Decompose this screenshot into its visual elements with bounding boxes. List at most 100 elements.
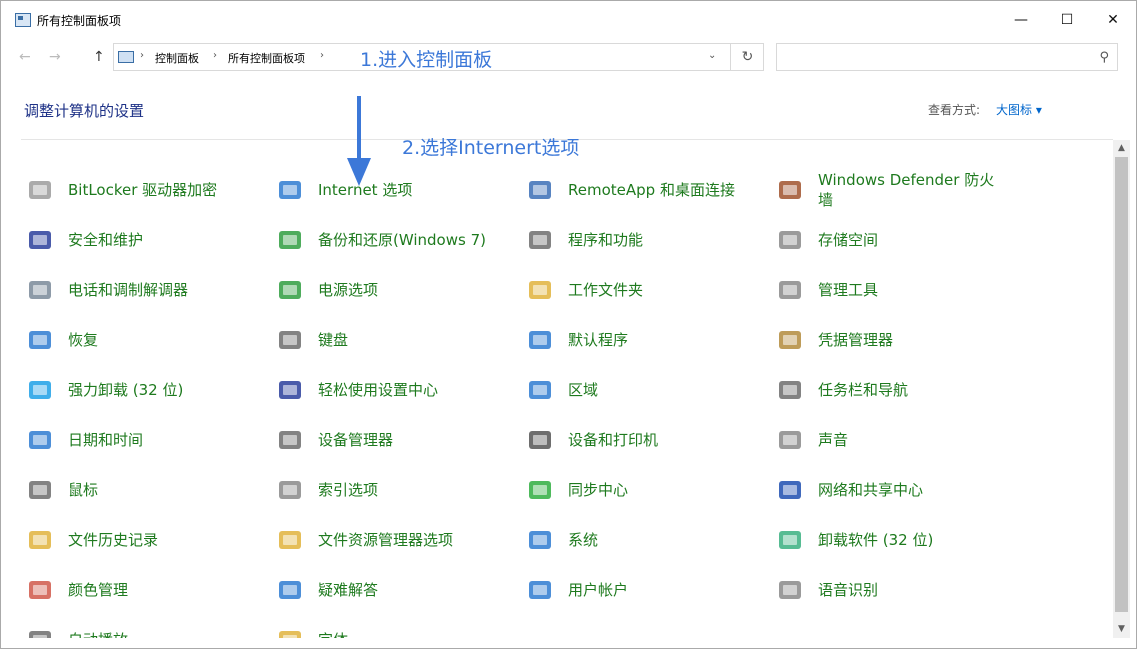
- up-arrow-icon[interactable]: ↑: [93, 49, 105, 65]
- file-history-icon: [24, 524, 56, 556]
- control-panel-item[interactable]: 自动播放: [24, 620, 128, 638]
- control-panel-item[interactable]: 电话和调制解调器: [24, 270, 188, 310]
- control-panel-item[interactable]: 凭据管理器: [774, 320, 893, 360]
- control-panel-item[interactable]: 备份和还原(Windows 7): [274, 220, 486, 260]
- annotation-arrow-head: [347, 158, 371, 186]
- control-panel-item[interactable]: 颜色管理: [24, 570, 128, 610]
- phone-modem-icon: [24, 274, 56, 306]
- control-panel-item[interactable]: 默认程序: [524, 320, 628, 360]
- control-panel-item-label: 设备和打印机: [568, 431, 659, 449]
- default-programs-icon: [524, 324, 556, 356]
- control-panel-item[interactable]: 鼠标: [24, 470, 98, 510]
- control-panel-item-label: 管理工具: [818, 281, 879, 299]
- control-panel-item[interactable]: Windows Defender 防火墙: [774, 170, 1009, 210]
- control-panel-item[interactable]: 卸载软件 (32 位): [774, 520, 933, 560]
- control-panel-item-label: 区域: [568, 381, 599, 399]
- admin-tools-icon: [774, 274, 806, 306]
- date-time-icon: [24, 424, 56, 456]
- maximize-button[interactable]: ☐: [1044, 1, 1090, 39]
- region-icon: [524, 374, 556, 406]
- control-panel-item-label: 电源选项: [318, 281, 379, 299]
- remoteapp-icon: [524, 174, 556, 206]
- control-panel-item-label: 电话和调制解调器: [68, 281, 189, 299]
- control-panel-item-label: 日期和时间: [68, 431, 144, 449]
- control-panel-item[interactable]: 系统: [524, 520, 598, 560]
- fonts-icon: [274, 624, 306, 638]
- work-folders-icon: [524, 274, 556, 306]
- view-by-dropdown[interactable]: 大图标 ▾: [996, 101, 1042, 118]
- control-panel-item[interactable]: 索引选项: [274, 470, 378, 510]
- internet-options-icon: [274, 174, 306, 206]
- control-panel-item[interactable]: RemoteApp 和桌面连接: [524, 170, 735, 210]
- chevron-down-icon[interactable]: ⌄: [708, 50, 716, 61]
- view-by-label: 查看方式:: [928, 103, 981, 117]
- control-panel-item-label: 索引选项: [318, 481, 379, 499]
- vertical-scrollbar[interactable]: ▲ ▼: [1113, 140, 1130, 638]
- search-input[interactable]: ⚲: [776, 43, 1118, 71]
- recovery-icon: [24, 324, 56, 356]
- minimize-button[interactable]: —: [998, 1, 1044, 39]
- scroll-up-icon[interactable]: ▲: [1113, 140, 1130, 157]
- control-panel-item[interactable]: 工作文件夹: [524, 270, 643, 310]
- chevron-right-icon[interactable]: ›: [213, 50, 217, 61]
- refresh-button[interactable]: ↻: [730, 44, 764, 70]
- forward-arrow-icon[interactable]: →: [49, 49, 61, 65]
- control-panel-item[interactable]: 文件资源管理器选项: [274, 520, 453, 560]
- control-panel-item-label: 文件历史记录: [68, 531, 159, 549]
- control-panel-item-label: 凭据管理器: [818, 331, 894, 349]
- control-panel-item[interactable]: 任务栏和导航: [774, 370, 908, 410]
- control-panel-item[interactable]: 电源选项: [274, 270, 378, 310]
- control-panel-item[interactable]: 键盘: [274, 320, 348, 360]
- control-panel-item[interactable]: 轻松使用设置中心: [274, 370, 438, 410]
- control-panel-item-label: 文件资源管理器选项: [318, 531, 454, 549]
- control-panel-item[interactable]: 网络和共享中心: [774, 470, 923, 510]
- control-panel-item-label: 安全和维护: [68, 231, 144, 249]
- control-panel-item[interactable]: 管理工具: [774, 270, 878, 310]
- control-panel-item[interactable]: 区域: [524, 370, 598, 410]
- storage-spaces-icon: [774, 224, 806, 256]
- control-panel-item[interactable]: Internet 选项: [274, 170, 412, 210]
- firewall-icon: [774, 174, 806, 206]
- chevron-right-icon[interactable]: ›: [140, 50, 144, 61]
- close-button[interactable]: ✕: [1090, 1, 1136, 39]
- control-panel-item[interactable]: 文件历史记录: [24, 520, 158, 560]
- control-panel-item[interactable]: 设备管理器: [274, 420, 393, 460]
- control-panel-item[interactable]: 疑难解答: [274, 570, 378, 610]
- control-panel-item[interactable]: 安全和维护: [24, 220, 143, 260]
- control-panel-item-label: 轻松使用设置中心: [318, 381, 439, 399]
- breadcrumb-all-items[interactable]: 所有控制面板项: [228, 50, 305, 66]
- breadcrumb-control-panel[interactable]: 控制面板: [155, 50, 199, 66]
- system-icon: [524, 524, 556, 556]
- control-panel-item-label: 鼠标: [68, 481, 99, 499]
- control-panel-item[interactable]: 日期和时间: [24, 420, 143, 460]
- address-bar[interactable]: › 控制面板 › 所有控制面板项 › 1.进入控制面板 ⌄ ↻: [113, 43, 764, 71]
- control-panel-item[interactable]: BitLocker 驱动器加密: [24, 170, 217, 210]
- chevron-right-icon[interactable]: ›: [320, 50, 324, 61]
- control-panel-item[interactable]: 语音识别: [774, 570, 878, 610]
- control-panel-item-label: 恢复: [68, 331, 99, 349]
- security-flag-icon: [24, 224, 56, 256]
- control-panel-item[interactable]: 程序和功能: [524, 220, 643, 260]
- control-panel-item-label: 工作文件夹: [568, 281, 644, 299]
- control-panel-item-label: 语音识别: [818, 581, 879, 599]
- search-icon[interactable]: ⚲: [1099, 50, 1109, 65]
- scrollbar-thumb[interactable]: [1115, 157, 1128, 612]
- scroll-down-icon[interactable]: ▼: [1113, 621, 1130, 638]
- control-panel-item[interactable]: 设备和打印机: [524, 420, 658, 460]
- bitlocker-icon: [24, 174, 56, 206]
- control-panel-item-label: 同步中心: [568, 481, 629, 499]
- back-arrow-icon[interactable]: ←: [19, 49, 31, 65]
- control-panel-item-label: 备份和还原(Windows 7): [318, 231, 486, 249]
- control-panel-item[interactable]: 声音: [774, 420, 848, 460]
- control-panel-item[interactable]: 同步中心: [524, 470, 628, 510]
- control-panel-item[interactable]: 用户帐户: [524, 570, 628, 610]
- sound-icon: [774, 424, 806, 456]
- control-panel-item[interactable]: 强力卸载 (32 位): [24, 370, 183, 410]
- troubleshooting-icon: [274, 574, 306, 606]
- control-panel-item[interactable]: 字体: [274, 620, 348, 638]
- control-panel-item-label: 存储空间: [818, 231, 879, 249]
- control-panel-icon: [15, 13, 31, 27]
- control-panel-item[interactable]: 恢复: [24, 320, 98, 360]
- control-panel-item[interactable]: 存储空间: [774, 220, 878, 260]
- control-panel-item-label: 任务栏和导航: [818, 381, 909, 399]
